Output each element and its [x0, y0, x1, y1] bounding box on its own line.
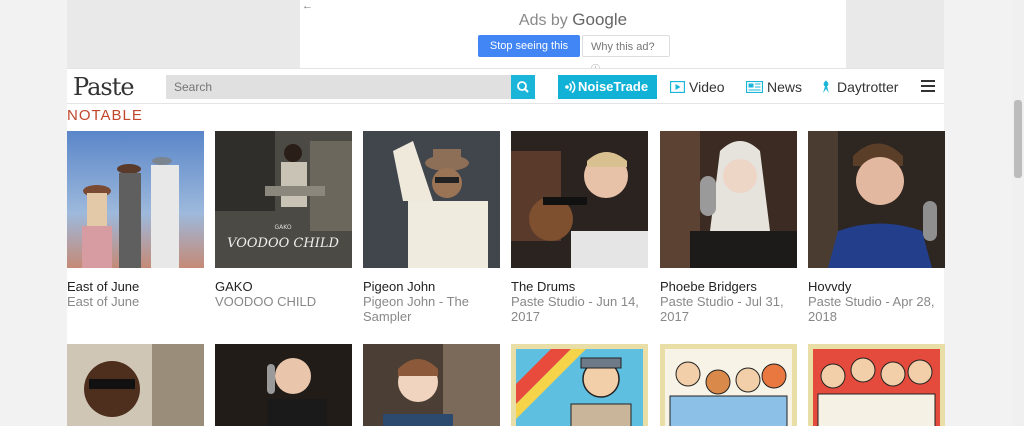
card-image[interactable] — [363, 344, 500, 426]
card-row2-3[interactable] — [363, 344, 500, 426]
card-row2-1[interactable] — [67, 344, 204, 426]
ads-by-label: Ads by — [518, 12, 568, 29]
search-input[interactable] — [166, 75, 511, 99]
card-row2-2[interactable] — [215, 344, 352, 426]
scrollbar-thumb[interactable] — [1014, 100, 1022, 178]
card-image[interactable] — [660, 344, 797, 426]
card-title[interactable]: East of June — [67, 279, 204, 294]
card-subtitle: VOODOO CHILD — [215, 294, 317, 309]
card-title[interactable]: Phoebe Bridgers — [660, 279, 797, 294]
card-title[interactable]: GAKO — [215, 279, 352, 294]
card-row2-6[interactable] — [808, 344, 945, 426]
search-icon — [517, 81, 529, 93]
card-subtitle: Paste Studio - Jun 14, — [511, 294, 639, 309]
news-icon — [746, 81, 763, 93]
card-subtitle: Paste Studio - Apr 28, — [808, 294, 935, 309]
card-subtitle-2: Sampler — [363, 309, 412, 324]
card-hovvdy[interactable]: Hovvdy Paste Studio - Apr 28, 2018 — [808, 131, 945, 324]
card-subtitle: East of June — [67, 294, 140, 309]
page: ← Ads by Google Stop seeing this ad Why … — [0, 0, 1024, 426]
card-east-of-june[interactable]: East of June East of June — [67, 131, 204, 309]
card-subtitle-2: 2018 — [808, 309, 837, 324]
card-image[interactable] — [511, 344, 648, 426]
daytrotter-link[interactable]: Daytrotter — [820, 75, 910, 99]
card-image[interactable] — [660, 131, 797, 268]
noisetrade-link[interactable]: NoiseTrade — [558, 75, 657, 99]
news-link[interactable]: News — [746, 75, 806, 99]
card-subtitle: Paste Studio - Jul 31, — [660, 294, 784, 309]
noisetrade-icon — [565, 80, 576, 94]
noisetrade-label: NoiseTrade — [578, 79, 649, 94]
hamburger-menu-icon[interactable] — [921, 80, 935, 92]
card-image[interactable] — [67, 344, 204, 426]
card-row2-4[interactable] — [511, 344, 648, 426]
card-gako[interactable]: GAKO VOODOO CHILD GAKO VOODOO CHILD — [215, 131, 352, 309]
card-title[interactable]: Hovvdy — [808, 279, 945, 294]
album-art-title: VOODOO CHILD — [227, 236, 339, 251]
card-image[interactable] — [808, 344, 945, 426]
stop-seeing-ad-button[interactable]: Stop seeing this ad — [478, 35, 580, 74]
card-image[interactable] — [511, 131, 648, 268]
album-art-artist: GAKO — [274, 224, 291, 231]
why-this-ad-label: Why this ad? — [591, 41, 655, 53]
card-title[interactable]: The Drums — [511, 279, 648, 294]
card-subtitle: Pigeon John - The — [363, 294, 469, 309]
page-scrollbar[interactable] — [1012, 0, 1024, 426]
card-row2-5[interactable] — [660, 344, 797, 426]
card-subtitle-2: 2017 — [511, 309, 540, 324]
card-subtitle-2: 2017 — [660, 309, 689, 324]
card-image[interactable] — [808, 131, 945, 268]
card-image[interactable] — [67, 131, 204, 268]
card-pigeon-john[interactable]: Pigeon John Pigeon John - The Sampler — [363, 131, 500, 324]
google-logo: Google — [572, 10, 628, 29]
card-image[interactable] — [363, 131, 500, 268]
why-this-ad-button[interactable]: Why this ad? ⓘ — [582, 35, 670, 74]
video-link[interactable]: Video — [670, 75, 732, 99]
card-phoebe-bridgers[interactable]: Phoebe Bridgers Paste Studio - Jul 31, 2… — [660, 131, 797, 324]
card-image[interactable] — [215, 344, 352, 426]
paste-logo[interactable]: Paste — [73, 73, 135, 101]
search-button[interactable] — [511, 75, 535, 99]
ads-by-google: Ads by Google — [300, 10, 846, 30]
video-icon — [670, 81, 685, 93]
ad-area: ← Ads by Google Stop seeing this ad Why … — [67, 0, 944, 74]
ad-box: ← Ads by Google Stop seeing this ad Why … — [300, 0, 846, 74]
daytrotter-icon — [823, 80, 829, 93]
top-nav: Paste NoiseTrade Video — [67, 68, 944, 104]
card-the-drums[interactable]: The Drums Paste Studio - Jun 14, 2017 — [511, 131, 648, 324]
card-title[interactable]: Pigeon John — [363, 279, 500, 294]
card-image[interactable]: GAKO VOODOO CHILD — [215, 131, 352, 268]
section-title: NOTABLE — [67, 107, 143, 124]
